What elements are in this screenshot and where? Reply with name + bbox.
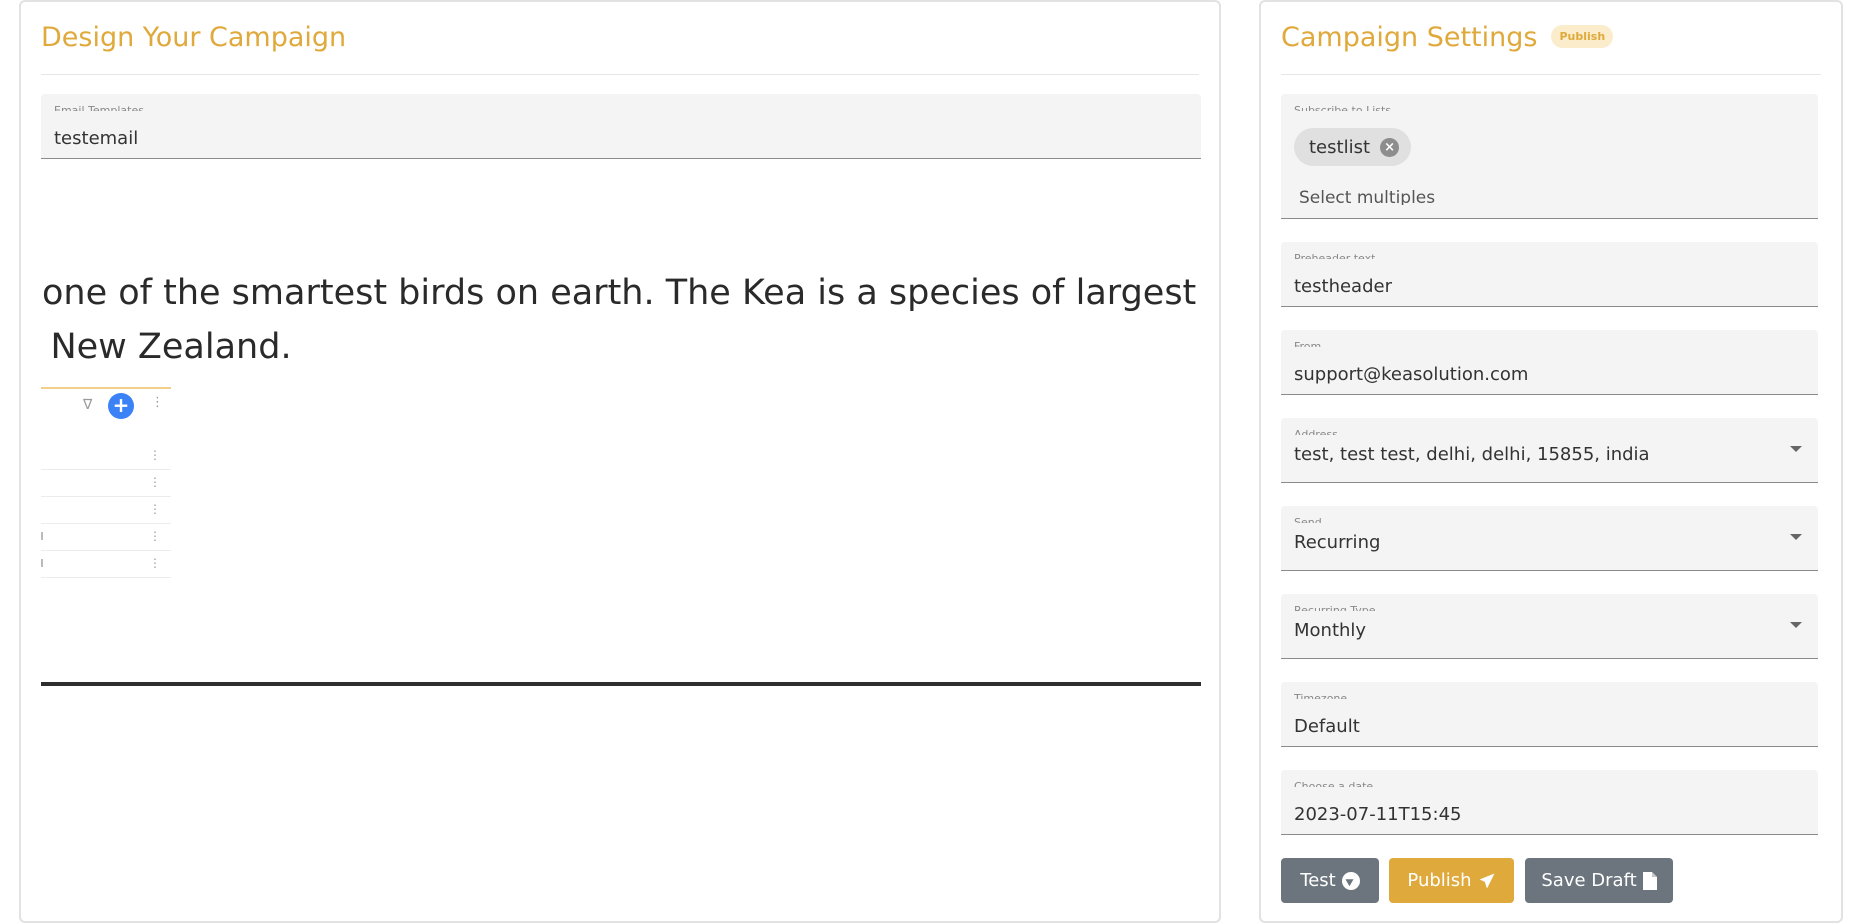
timezone-field[interactable]: Timezone Default: [1281, 682, 1818, 747]
close-circle-icon[interactable]: ×: [1380, 137, 1400, 157]
telegram-icon: [1341, 871, 1360, 890]
address-value: test, test test, delhi, delhi, 15855, in…: [1294, 444, 1650, 465]
preview-line-1: one of the smartest birds on earth. The …: [42, 273, 1197, 313]
email-preview: one of the smartest birds on earth. The …: [41, 162, 1201, 902]
email-template-select[interactable]: Email Templates testemail: [41, 94, 1201, 159]
test-button-label: Test: [1300, 870, 1336, 891]
select-multiples-placeholder: Select multiples: [1299, 188, 1436, 205]
send-select[interactable]: Send Recurring: [1281, 506, 1818, 571]
publish-button[interactable]: Publish: [1389, 858, 1514, 903]
design-campaign-panel: Design Your Campaign Email Templates tes…: [19, 0, 1221, 923]
preheader-label: Preheader text: [1294, 252, 1376, 259]
recurring-type-value: Monthly: [1294, 620, 1367, 641]
from-email-field[interactable]: From support@keasolution.com: [1281, 330, 1818, 395]
date-value: 2023-07-11T15:45: [1294, 804, 1462, 824]
status-badge: Publish: [1551, 25, 1614, 48]
preheader-value: testheader: [1294, 276, 1392, 296]
subscribe-lists-label: Subscribe to Lists: [1294, 104, 1392, 111]
email-template-value: testemail: [54, 128, 139, 148]
list-chip[interactable]: testlist ×: [1294, 128, 1412, 166]
table-row: ⋮: [41, 524, 171, 551]
title-divider: [41, 74, 1199, 75]
table-row: ⋮: [41, 497, 171, 524]
settings-title: Campaign Settings Publish: [1281, 22, 1614, 53]
row-menu-icon: ⋮: [149, 529, 161, 543]
filter-icon: ∇: [83, 397, 93, 413]
recurring-type-label: Recurring Type: [1294, 604, 1376, 611]
table-row: ⋮: [41, 443, 171, 470]
timezone-value: Default: [1294, 716, 1360, 736]
timezone-label: Timezone: [1294, 692, 1348, 699]
address-label: Address: [1294, 428, 1338, 435]
caret-down-icon[interactable]: [1790, 446, 1802, 452]
preview-text: one of the smartest birds on earth. The …: [41, 266, 1197, 374]
from-label: From: [1294, 340, 1322, 347]
row-menu-icon: ⋮: [149, 475, 161, 489]
address-select[interactable]: Address test, test test, delhi, delhi, 1…: [1281, 418, 1818, 483]
send-value: Recurring: [1294, 532, 1381, 553]
add-icon: +: [108, 393, 134, 419]
preview-line-2: f New Zealand.: [41, 327, 292, 367]
table-row: ⋮: [41, 470, 171, 497]
date-label: Choose a date: [1294, 780, 1374, 787]
title-divider: [1281, 74, 1821, 75]
save-draft-button[interactable]: Save Draft: [1525, 858, 1673, 903]
caret-down-icon[interactable]: [1790, 622, 1802, 628]
kebab-menu-icon: ⋮: [151, 395, 164, 410]
subscribe-lists-select[interactable]: Subscribe to Lists testlist × Select mul…: [1281, 94, 1818, 219]
row-marker: [41, 532, 43, 540]
save-draft-button-label: Save Draft: [1541, 870, 1637, 891]
email-template-label: Email Templates: [54, 104, 144, 111]
list-chip-label: testlist: [1309, 136, 1371, 158]
publish-button-label: Publish: [1407, 870, 1472, 891]
from-value: support@keasolution.com: [1294, 364, 1529, 384]
test-button[interactable]: Test: [1281, 858, 1379, 903]
row-menu-icon: ⋮: [149, 448, 161, 462]
table-header-rule: [41, 387, 171, 389]
row-marker: [41, 559, 43, 567]
design-title: Design Your Campaign: [41, 22, 347, 53]
caret-down-icon[interactable]: [1790, 534, 1802, 540]
preheader-text-field[interactable]: Preheader text testheader: [1281, 242, 1818, 307]
paper-plane-icon: [1479, 873, 1495, 888]
date-picker-field[interactable]: Choose a date 2023-07-11T15:45: [1281, 770, 1818, 835]
row-menu-icon: ⋮: [149, 556, 161, 570]
recurring-type-select[interactable]: Recurring Type Monthly: [1281, 594, 1818, 659]
settings-title-text: Campaign Settings: [1281, 22, 1538, 53]
file-icon: [1642, 871, 1657, 890]
preview-table-image: ∇ + ⋮ ⋮ ⋮ ⋮ ⋮ ⋮: [41, 387, 171, 592]
horizontal-rule: [41, 682, 1201, 686]
table-row: ⋮: [41, 551, 171, 578]
row-menu-icon: ⋮: [149, 502, 161, 516]
send-label: Send: [1294, 516, 1322, 523]
campaign-settings-panel: Campaign Settings Publish Subscribe to Li…: [1259, 0, 1843, 923]
